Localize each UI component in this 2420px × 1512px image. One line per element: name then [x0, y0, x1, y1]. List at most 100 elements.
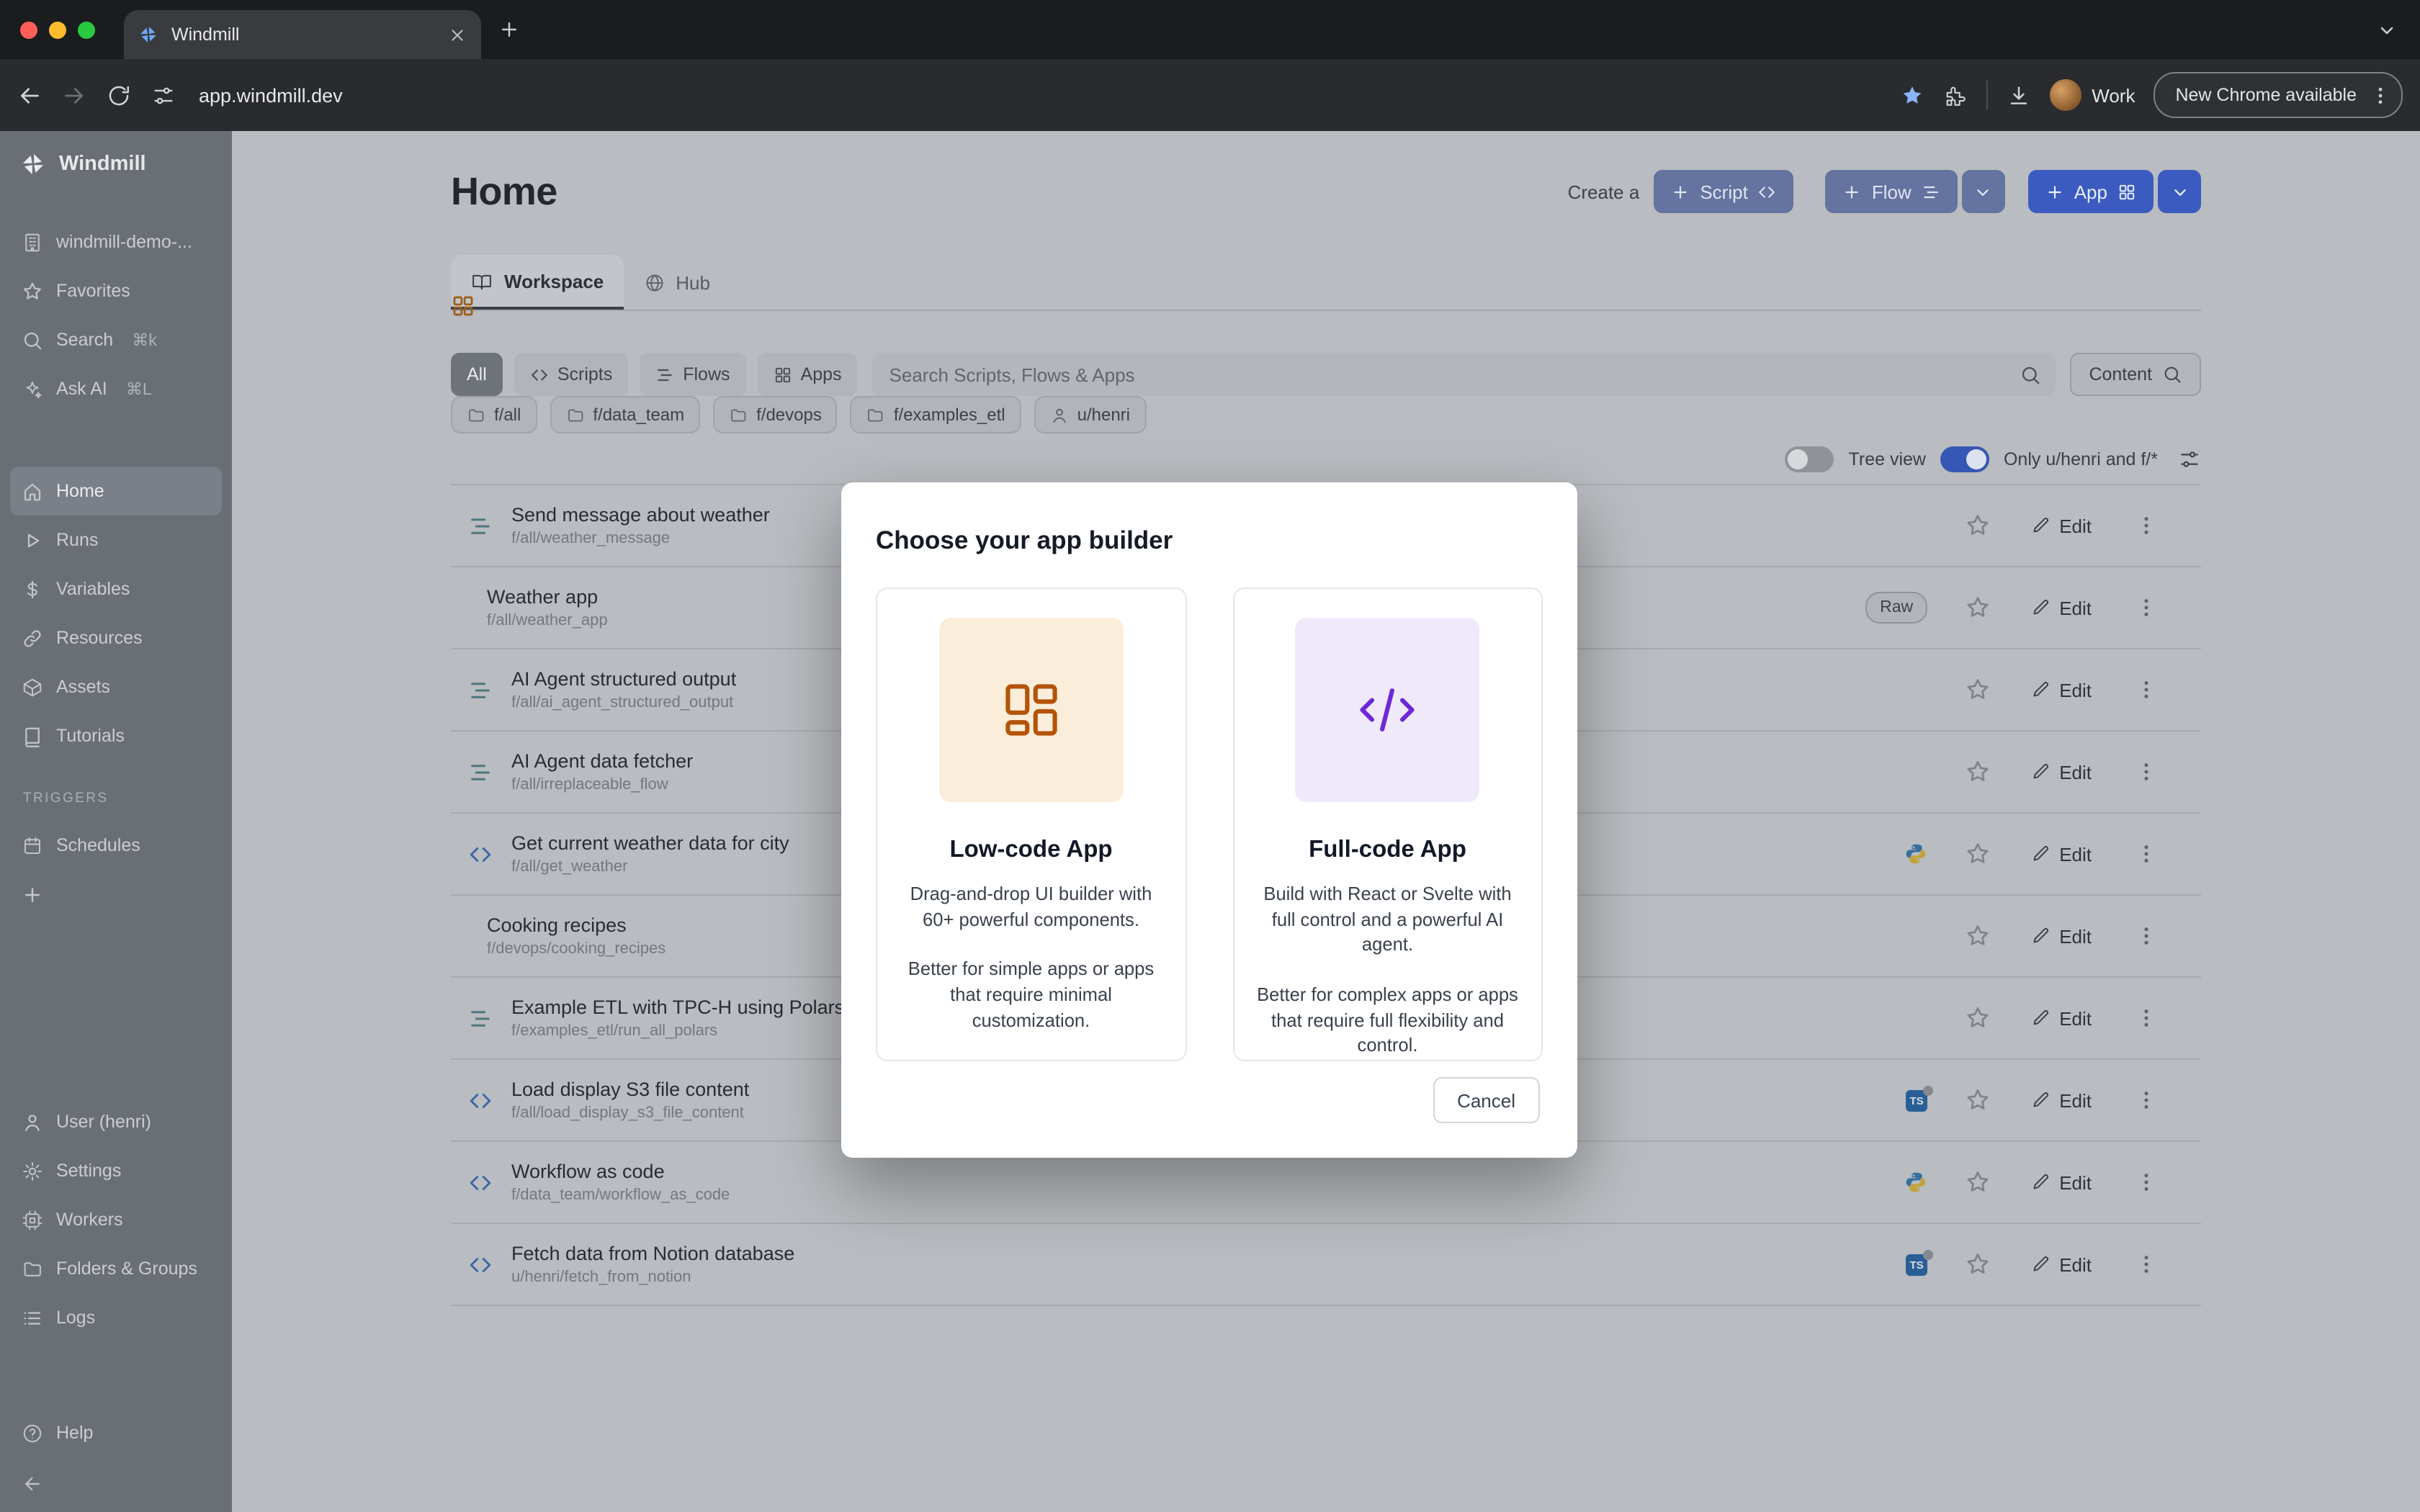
search-input[interactable] [872, 353, 2056, 396]
sidebar-item-runs[interactable]: Runs [10, 516, 222, 564]
extensions-icon[interactable] [1943, 83, 1968, 107]
sidebar-item-user-henri[interactable]: User (henri) [10, 1097, 222, 1146]
close-window-button[interactable] [20, 21, 37, 38]
filter-chip-flows[interactable]: Flows [640, 353, 745, 396]
filter-chip-all[interactable]: All [451, 353, 503, 396]
item-path: f/all/ai_agent_structured_output [511, 694, 736, 711]
folder-chip-f-examples-etl[interactable]: f/examples_etl [851, 396, 1021, 433]
sidebar-item-ask-ai[interactable]: Ask AI⌘L [10, 364, 222, 413]
browser-tab[interactable]: Windmill [124, 10, 481, 59]
tab-close-icon[interactable] [448, 25, 467, 44]
only-filter-toggle[interactable] [1940, 446, 1989, 472]
collapse-sidebar-button[interactable] [10, 1459, 55, 1508]
url-text[interactable]: app.windmill.dev [199, 84, 343, 106]
app-dropdown-button[interactable] [2158, 170, 2201, 213]
pencil-icon [2031, 1173, 2051, 1192]
sidebar-item-settings[interactable]: Settings [10, 1146, 222, 1195]
folder-chip-f-all[interactable]: f/all [451, 396, 537, 433]
sidebar-item-workers[interactable]: Workers [10, 1195, 222, 1244]
favorite-star-button[interactable] [1965, 923, 1991, 949]
cancel-button[interactable]: Cancel [1433, 1077, 1540, 1123]
row-menu-button[interactable] [2135, 842, 2158, 865]
sidebar-item-search[interactable]: Search⌘k [10, 315, 222, 364]
folder-chip-f-devops[interactable]: f/devops [713, 396, 838, 433]
edit-button[interactable]: Edit [2031, 843, 2092, 865]
content-search-button[interactable]: Content [2070, 353, 2201, 396]
edit-button[interactable]: Edit [2031, 761, 2092, 783]
folder-chip-u-henri[interactable]: u/henri [1034, 396, 1146, 433]
row-menu-button[interactable] [2135, 1089, 2158, 1112]
sidebar-item-logs[interactable]: Logs [10, 1293, 222, 1342]
row-menu-button[interactable] [2135, 1253, 2158, 1276]
sidebar-item-resources[interactable]: Resources [10, 613, 222, 662]
create-app-button[interactable]: App [2028, 170, 2154, 213]
reload-button[interactable] [107, 83, 131, 107]
downloads-icon[interactable] [2007, 83, 2031, 107]
tab-hub[interactable]: Hub [624, 255, 730, 310]
favorite-star-button[interactable] [1965, 1087, 1991, 1113]
edit-button[interactable]: Edit [2031, 925, 2092, 947]
row-menu-button[interactable] [2135, 596, 2158, 619]
zoom-window-button[interactable] [78, 21, 95, 38]
row-menu-button[interactable] [2135, 924, 2158, 948]
sidebar-item-variables[interactable]: Variables [10, 564, 222, 613]
filter-icon[interactable] [2178, 448, 2201, 471]
sidebar-item-tutorials[interactable]: Tutorials [10, 711, 222, 760]
row-menu-button[interactable] [2135, 760, 2158, 783]
sidebar-item-plus[interactable] [10, 870, 222, 919]
row-menu-button[interactable] [2135, 1007, 2158, 1030]
sidebar-item-home[interactable]: Home [10, 467, 222, 516]
edit-button[interactable]: Edit [2031, 1089, 2092, 1111]
flow-dropdown-button[interactable] [1962, 170, 2005, 213]
edit-button[interactable]: Edit [2031, 679, 2092, 701]
sidebar-item-assets[interactable]: Assets [10, 662, 222, 711]
sidebar-item-folders-groups[interactable]: Folders & Groups [10, 1244, 222, 1293]
sidebar-item-windmill-demo[interactable]: windmill-demo-... [10, 217, 222, 266]
tree-view-toggle[interactable] [1785, 446, 1834, 472]
favorite-star-button[interactable] [1965, 677, 1991, 703]
back-button[interactable] [17, 83, 42, 107]
edit-button[interactable]: Edit [2031, 1254, 2092, 1275]
row-menu-button[interactable] [2135, 1171, 2158, 1194]
sidebar-item-favorites[interactable]: Favorites [10, 266, 222, 315]
view-options: Tree view Only u/henri and f/* [451, 444, 2201, 475]
favorite-star-button[interactable] [1965, 841, 1991, 867]
favorite-star-button[interactable] [1965, 1251, 1991, 1277]
row-menu-button[interactable] [2135, 678, 2158, 701]
windmill-brand[interactable]: Windmill [0, 137, 166, 192]
profile-chip[interactable]: Work [2050, 79, 2135, 111]
link-icon [22, 627, 43, 649]
bookmark-star-icon[interactable] [1900, 83, 1924, 107]
edit-button[interactable]: Edit [2031, 597, 2092, 618]
create-flow-button[interactable]: Flow [1826, 170, 1958, 213]
favorite-star-button[interactable] [1965, 1169, 1991, 1195]
favorite-star-button[interactable] [1965, 1005, 1991, 1031]
list-item[interactable]: Fetch data from Notion databaseu/henri/f… [451, 1224, 2201, 1306]
site-info-icon[interactable] [151, 83, 176, 107]
tab-workspace[interactable]: Workspace [451, 255, 624, 310]
filter-chip-scripts[interactable]: Scripts [514, 353, 628, 396]
filter-chip-apps[interactable]: Apps [758, 353, 858, 396]
item-text: Cooking recipesf/devops/cooking_recipes [487, 914, 666, 958]
sidebar-item-schedules[interactable]: Schedules [10, 821, 222, 870]
chrome-update-button[interactable]: New Chrome available [2154, 72, 2403, 118]
favorite-star-button[interactable] [1965, 595, 1991, 621]
low-code-app-card[interactable]: Low-code App Drag-and-drop UI builder wi… [876, 588, 1186, 1061]
forward-button[interactable] [62, 83, 86, 107]
browser-menu-icon[interactable] [2370, 84, 2391, 106]
favorite-star-button[interactable] [1965, 759, 1991, 785]
new-tab-button[interactable] [498, 19, 520, 40]
search-icon[interactable] [2020, 364, 2041, 385]
edit-button[interactable]: Edit [2031, 1171, 2092, 1193]
row-menu-button[interactable] [2135, 514, 2158, 537]
full-code-app-card[interactable]: Full-code App Build with React or Svelte… [1232, 588, 1543, 1061]
edit-button[interactable]: Edit [2031, 515, 2092, 536]
tab-search-button[interactable] [2377, 19, 2397, 40]
folder-chip-f-data-team[interactable]: f/data_team [550, 396, 700, 433]
minimize-window-button[interactable] [49, 21, 66, 38]
edit-button[interactable]: Edit [2031, 1007, 2092, 1029]
item-title: Get current weather data for city [511, 832, 789, 854]
sidebar-item-help[interactable]: Help [10, 1408, 222, 1457]
favorite-star-button[interactable] [1965, 513, 1991, 539]
create-script-button[interactable]: Script [1654, 170, 1793, 213]
